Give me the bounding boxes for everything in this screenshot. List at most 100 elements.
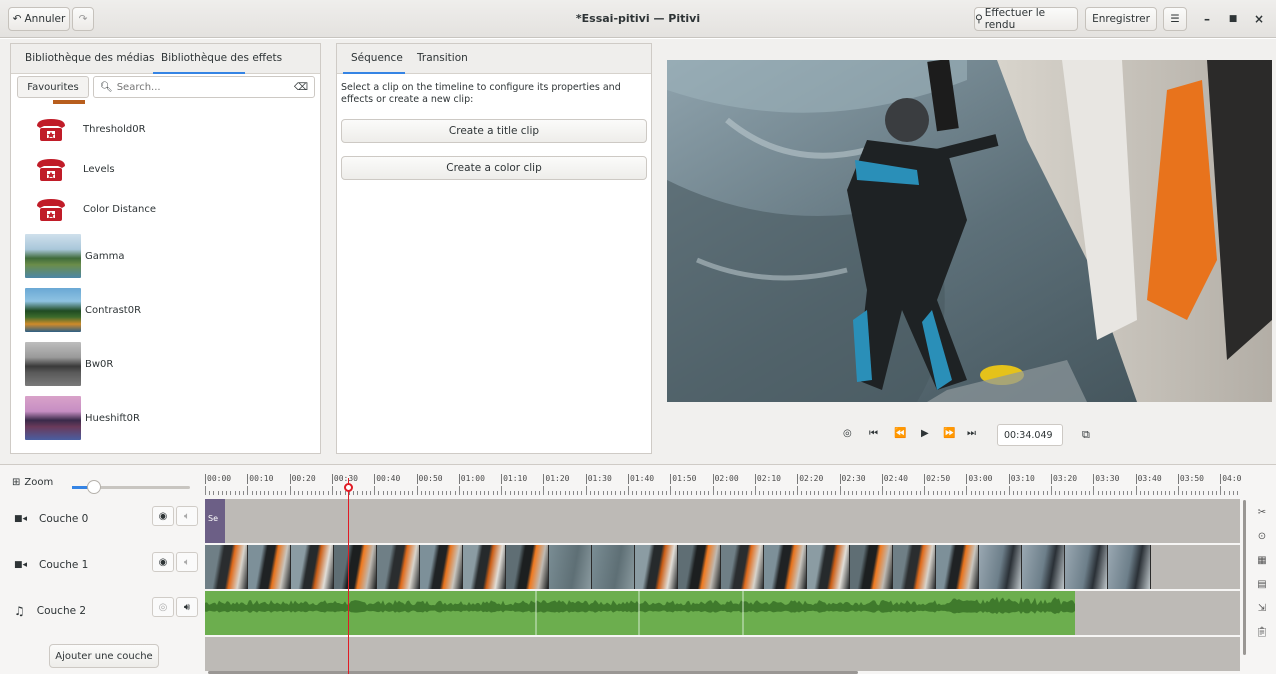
ruler-tick: [979, 491, 981, 495]
group-button[interactable]: ▦: [1252, 550, 1272, 570]
ruler-tick: [395, 491, 397, 495]
ruler-tick: [1000, 491, 1002, 495]
effect-item-threshold0r[interactable]: Threshold0R: [23, 114, 146, 144]
tab-effects-library[interactable]: Bibliothèque des effets: [161, 52, 282, 64]
hamburger-icon: ☰: [1170, 13, 1180, 25]
zoom-control: ⊞ Zoom: [12, 477, 54, 488]
ruler-tick: [835, 491, 837, 495]
render-button[interactable]: ⚲ Effectuer le rendu: [974, 7, 1078, 31]
ruler-label: 00:50: [416, 474, 443, 484]
ruler-tick: [1122, 491, 1124, 495]
playhead[interactable]: [348, 478, 349, 674]
toggle-audio-button[interactable]: 🔈︎: [176, 552, 198, 572]
create-title-clip-button[interactable]: Create a title clip: [341, 119, 647, 143]
ruler-tick: [310, 491, 312, 495]
skip-to-start-icon[interactable]: ⏮: [869, 428, 878, 439]
layer-track-2[interactable]: [205, 591, 1240, 635]
keyframe-button[interactable]: ⊙: [1252, 526, 1272, 546]
maximize-button[interactable]: ■: [1224, 10, 1242, 28]
ruler-tick: [1059, 491, 1061, 495]
layer-track-0[interactable]: Se: [205, 499, 1240, 543]
video-thumbnail: [764, 545, 807, 589]
ruler-tick: [391, 491, 393, 495]
effects-search-field[interactable]: 🔍︎ ⌫: [93, 76, 315, 98]
toggle-audio-button[interactable]: 🔈︎: [176, 506, 198, 526]
vertical-scrollbar[interactable]: [1243, 500, 1246, 655]
ruler-label: 01:00: [458, 474, 485, 484]
toggle-audio-button[interactable]: 🔊︎: [176, 597, 198, 617]
tab-transition[interactable]: Transition: [417, 52, 468, 64]
split-clip-button[interactable]: ✂: [1252, 502, 1272, 522]
detach-viewer-icon[interactable]: ⧉: [1082, 428, 1090, 442]
ruler-tick: [1232, 491, 1234, 495]
snapshot-button[interactable]: 📋︎: [1252, 622, 1272, 642]
align-button[interactable]: ⇲: [1252, 598, 1272, 618]
ruler-tick: [1017, 491, 1019, 495]
effect-item-contrast0r[interactable]: Contrast0R: [25, 288, 141, 332]
ruler-tick: [678, 491, 680, 495]
ruler-tick: [589, 491, 591, 495]
ruler-tick: [644, 491, 646, 495]
add-layer-button[interactable]: Ajouter une couche: [49, 644, 159, 668]
save-button[interactable]: Enregistrer: [1085, 7, 1157, 31]
ungroup-button[interactable]: ▤: [1252, 574, 1272, 594]
video-clip[interactable]: [205, 545, 1151, 589]
video-thumbnail: [936, 545, 979, 589]
title-clip[interactable]: Se: [205, 499, 225, 543]
ruler-tick: [1004, 491, 1006, 495]
close-button[interactable]: ×: [1250, 10, 1268, 28]
ruler-tick: [632, 491, 634, 495]
ruler-tick: [259, 491, 261, 495]
ruler-tick: [941, 491, 943, 495]
ruler-tick: [471, 491, 473, 495]
timecode-field[interactable]: 00:34.049: [997, 424, 1063, 446]
create-color-clip-button[interactable]: Create a color clip: [341, 156, 647, 180]
ruler-label: 01:10: [501, 474, 528, 484]
ruler-tick: [1042, 491, 1044, 495]
zoom-slider-handle[interactable]: [87, 480, 101, 494]
ruler-tick: [1063, 491, 1065, 495]
clip-properties-panel: Séquence Transition Select a clip on the…: [336, 43, 652, 454]
playhead-handle[interactable]: [344, 483, 353, 492]
ruler-tick: [1025, 491, 1027, 495]
tab-sequence[interactable]: Séquence: [351, 52, 403, 64]
ruler-tick: [911, 491, 913, 495]
zoom-slider[interactable]: [72, 480, 190, 494]
skip-to-end-icon[interactable]: ⏭: [967, 428, 976, 439]
effect-item-gamma[interactable]: Gamma: [25, 234, 125, 278]
ruler-tick: [1165, 491, 1167, 495]
fast-forward-icon[interactable]: ⏩: [943, 428, 955, 439]
play-icon[interactable]: ▶: [921, 428, 929, 439]
ruler-tick: [746, 491, 748, 495]
audio-clip[interactable]: [205, 591, 1075, 635]
clear-search-icon[interactable]: ⌫: [294, 82, 308, 93]
menu-button[interactable]: ☰: [1163, 7, 1187, 31]
ruler-tick: [454, 491, 456, 495]
timeline-ruler[interactable]: 00:00 00:10 00:20 00:30 00:40 00:50 01:00 01:10…: [205, 472, 1242, 498]
tab-media-library[interactable]: Bibliothèque des médias: [25, 52, 155, 64]
layer-track-1[interactable]: [205, 545, 1240, 589]
ruler-tick: [513, 491, 515, 495]
ruler-tick: [780, 491, 782, 495]
search-input[interactable]: [116, 81, 287, 93]
toggle-video-button[interactable]: ◎: [152, 597, 174, 617]
ruler-label: 04:0: [1220, 474, 1242, 484]
safe-area-icon[interactable]: ◎: [843, 428, 852, 439]
effect-item-levels[interactable]: Levels: [23, 154, 115, 184]
video-thumbnail: [205, 545, 248, 589]
ruler-tick: [666, 491, 668, 495]
effect-item-bw0r[interactable]: Bw0R: [25, 342, 113, 386]
ruler-tick: [598, 491, 600, 495]
close-icon: ×: [1253, 12, 1265, 26]
category-selector[interactable]: Favourites: [17, 76, 89, 98]
toggle-video-button[interactable]: ◉: [152, 506, 174, 526]
zoom-fit-icon[interactable]: ⊞: [12, 477, 20, 488]
minimize-button[interactable]: –: [1198, 10, 1216, 28]
effect-item-hueshift0r[interactable]: Hueshift0R: [25, 396, 140, 440]
ruler-tick: [1127, 491, 1129, 495]
ruler-tick: [974, 491, 976, 495]
effect-item-color-distance[interactable]: Color Distance: [23, 194, 156, 224]
rewind-icon[interactable]: ⏪: [894, 428, 906, 439]
toggle-video-button[interactable]: ◉: [152, 552, 174, 572]
empty-track[interactable]: [205, 637, 1240, 671]
